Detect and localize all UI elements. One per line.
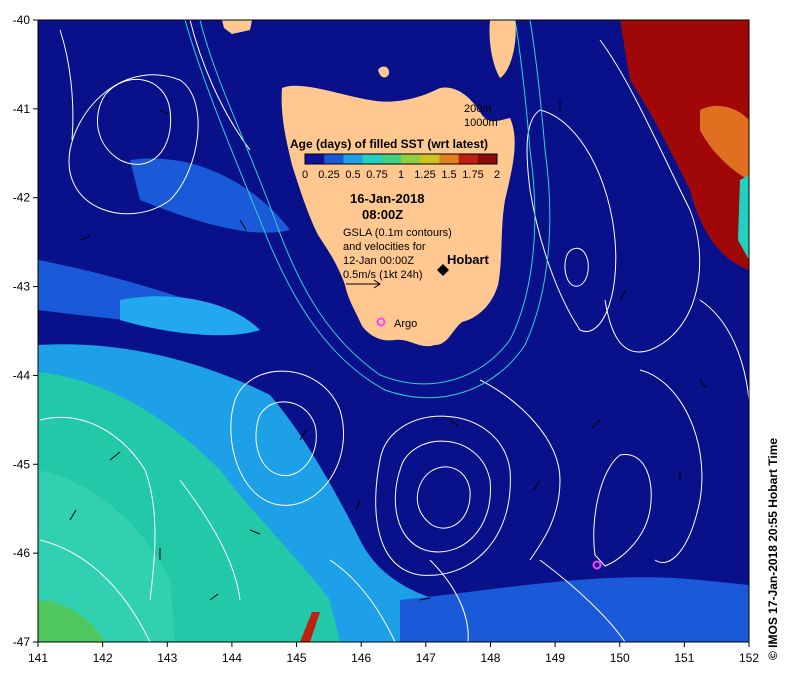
time-label: 08:00Z (362, 207, 403, 222)
colorbar-label: 1.25 (414, 169, 435, 181)
y-tick-label: -43 (13, 280, 31, 294)
colorbar-label: 1.5 (441, 169, 456, 181)
x-tick-label: 148 (480, 651, 500, 665)
y-tick-label: -41 (13, 102, 31, 116)
sst-map: Age (days) of filled SST (wrt latest) 00… (13, 13, 760, 665)
x-tick-label: 149 (545, 651, 565, 665)
depth-label-200m: 200m (464, 103, 492, 115)
colorbar-label: 0 (302, 169, 308, 181)
colorbar-label: 0.25 (318, 169, 339, 181)
depth-label-1000m: 1000m (464, 117, 498, 129)
credit-text: © IMOS 17-Jan-2018 20:55 Hobart Time (766, 437, 780, 660)
y-tick-label: -42 (13, 191, 31, 205)
note-line-1: GSLA (0.1m contours) (343, 227, 452, 239)
colorbar-swatch (439, 154, 460, 164)
colorbar-label: 0.5 (345, 169, 360, 181)
colorbar-swatch (305, 154, 325, 164)
y-axis: -40 -41 -42 -43 -44 -45 -46 -47 (13, 13, 38, 649)
x-tick-label: 141 (28, 651, 48, 665)
colorbar-swatch (343, 154, 364, 164)
x-tick-label: 144 (222, 651, 242, 665)
colorbar-labels: 0 0.25 0.5 0.75 1 1.25 1.5 1.75 2 (302, 169, 500, 181)
x-tick-label: 151 (674, 651, 694, 665)
x-axis: 141 142 143 144 145 146 147 148 149 150 151 152 (28, 642, 759, 665)
date-label: 16-Jan-2018 (350, 191, 424, 206)
colorbar-swatch (420, 154, 440, 164)
note-line-4: 0.5m/s (1kt 24h) (343, 269, 422, 281)
colorbar (304, 153, 498, 165)
colorbar-swatch (401, 154, 421, 164)
colorbar-label: 0.75 (366, 169, 387, 181)
x-tick-label: 145 (287, 651, 307, 665)
hobart-label: Hobart (447, 252, 490, 267)
y-tick-label: -46 (13, 546, 31, 560)
colorbar-swatch (324, 154, 344, 164)
colorbar-swatch (362, 154, 383, 164)
colorbar-title: Age (days) of filled SST (wrt latest) (290, 137, 488, 151)
colorbar-label: 2 (494, 169, 500, 181)
y-tick-label: -47 (13, 635, 31, 649)
note-line-3: 12-Jan 00:00Z (343, 255, 414, 267)
x-tick-label: 143 (157, 651, 177, 665)
note-line-2: and velocities for (343, 241, 426, 253)
colorbar-swatch (458, 154, 479, 164)
x-tick-label: 150 (610, 651, 630, 665)
x-tick-label: 146 (351, 651, 371, 665)
y-tick-label: -45 (13, 457, 31, 471)
argo-label: Argo (394, 318, 417, 330)
colorbar-swatch (381, 154, 402, 164)
x-tick-label: 142 (93, 651, 113, 665)
colorbar-swatch (477, 154, 498, 164)
colorbar-label: 1.75 (462, 169, 483, 181)
y-tick-label: -40 (13, 13, 31, 27)
colorbar-label: 1 (398, 169, 404, 181)
x-tick-label: 152 (739, 651, 759, 665)
y-tick-label: -44 (13, 368, 31, 382)
x-tick-label: 147 (416, 651, 436, 665)
